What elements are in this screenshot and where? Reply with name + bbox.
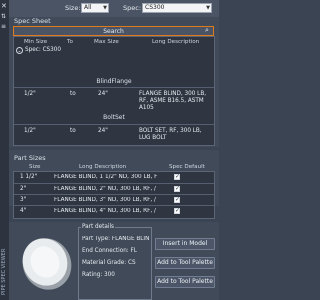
- material-grade-text: Material Grade: CS: [82, 260, 136, 266]
- part-type-text: Part Type: FLANGE BLIN: [82, 236, 150, 242]
- size-cell: 2": [20, 186, 27, 192]
- long-description-cell: FLANGE BLIND, 300 LB, RF, ASME B16.5, AS…: [139, 91, 207, 111]
- chevron-down-icon: ▼: [103, 5, 107, 11]
- long-description-cell: FLANGE BLIND, 3" ND, 300 LB, RF, /: [54, 197, 156, 203]
- table-row[interactable]: 3" FLANGE BLIND, 3" ND, 300 LB, RF, /: [14, 194, 214, 205]
- max-size-cell: 24": [98, 91, 108, 97]
- end-connection-text: End Connection: FL: [82, 248, 137, 254]
- spec-dropdown[interactable]: CS300 ▼: [142, 3, 212, 13]
- search-icon[interactable]: ⌕: [205, 26, 209, 35]
- size-cell: 4": [20, 208, 27, 214]
- size-cell: 3": [20, 197, 27, 203]
- long-description-cell: BOLT SET, RF, 300 LB, LUG BOLT: [139, 128, 202, 141]
- details-area: Part details Part Type: FLANGE BLIN End …: [9, 222, 219, 300]
- add-to-tool-palette-button[interactable]: Add to Tool Palette: [155, 257, 215, 269]
- part-details-title: Part details: [81, 224, 115, 231]
- search-input[interactable]: Search: [13, 26, 214, 36]
- spec-default-checkbox[interactable]: [174, 173, 180, 180]
- column-header-spec-default: Spec Default: [169, 164, 205, 170]
- size-cell: 1 1/2": [20, 174, 38, 180]
- part-sizes-title: Part Sizes: [14, 154, 46, 162]
- spec-default-checkbox[interactable]: [174, 196, 180, 203]
- column-header-size: Size: [29, 164, 41, 170]
- tree-root-label: Spec: CS300: [25, 47, 62, 53]
- menu-icon[interactable]: ≡: [1, 23, 6, 30]
- table-row[interactable]: 1/2" to 24" FLANGE BLIND, 300 LB, RF, AS…: [14, 87, 214, 111]
- table-row[interactable]: 2" FLANGE BLIND, 2" ND, 300 LB, RF, /: [14, 183, 214, 194]
- long-description-cell: FLANGE BLIND, 1 1/2" ND, 300 LB, F: [54, 174, 158, 180]
- group-header-blindflange: BlindFlange: [96, 78, 132, 85]
- size-value: All: [84, 4, 92, 11]
- group-header-boltset: BoltSet: [103, 114, 125, 121]
- chevron-down-icon: ▼: [206, 5, 210, 11]
- spec-label: Spec:: [123, 4, 142, 12]
- column-header-long-description: Long Description: [152, 39, 200, 45]
- column-header-max-size: Max Size: [94, 39, 119, 45]
- to-cell: to: [70, 128, 76, 134]
- insert-in-model-button[interactable]: Insert in Model: [155, 238, 215, 250]
- tree-root[interactable]: ⌄ Spec: CS300: [16, 47, 212, 55]
- column-header-min-size: Min Size: [24, 39, 48, 45]
- table-row[interactable]: 1/2" to 24" BOLT SET, RF, 300 LB, LUG BO…: [14, 124, 214, 146]
- pin-icon[interactable]: ⇅: [1, 13, 6, 20]
- part-preview-image: [16, 230, 78, 294]
- long-description-cell: FLANGE BLIND, 2" ND, 300 LB, RF, /: [54, 186, 156, 192]
- rating-text: Rating: 300: [82, 272, 115, 278]
- part-details-box: Part details Part Type: FLANGE BLIN End …: [78, 224, 152, 300]
- long-description-cell: FLANGE BLIND, 4" ND, 300 LB, RF, /: [54, 208, 156, 214]
- min-size-cell: 1/2": [24, 128, 36, 134]
- max-size-cell: 24": [98, 128, 108, 134]
- size-label: Size:: [65, 4, 81, 12]
- palette-title: PIPE SPEC VIEWER: [1, 248, 7, 295]
- size-dropdown[interactable]: All ▼: [81, 3, 109, 13]
- spec-sheet-title: Spec Sheet: [14, 17, 51, 25]
- close-icon[interactable]: ✕: [1, 2, 7, 10]
- column-header-to: To: [67, 39, 73, 45]
- to-cell: to: [70, 91, 76, 97]
- table-row[interactable]: 1 1/2" FLANGE BLIND, 1 1/2" ND, 300 LB, …: [14, 172, 214, 183]
- palette-title-strip: ✕ ⇅ ≡ PIPE SPEC VIEWER: [0, 0, 9, 300]
- spec-sheet-grid: Min Size To Max Size Long Description ⌄ …: [13, 36, 215, 146]
- min-size-cell: 1/2": [24, 91, 36, 97]
- add-all-to-tool-palette-button[interactable]: Add to Tool Palette: [155, 276, 215, 288]
- spec-default-checkbox[interactable]: [174, 185, 180, 192]
- column-header-long-description: Long Description: [79, 164, 127, 170]
- part-sizes-grid: 1 1/2" FLANGE BLIND, 1 1/2" ND, 300 LB, …: [13, 171, 215, 219]
- filter-bar: Size: All ▼ Spec: CS300 ▼: [9, 0, 219, 17]
- collapse-icon[interactable]: ⌄: [16, 47, 23, 54]
- spec-default-checkbox[interactable]: [174, 207, 180, 214]
- spec-value: CS300: [145, 4, 165, 11]
- spec-sheet-panel: Spec Sheet Search ⌕ Min Size To Max Size…: [9, 17, 219, 147]
- table-row[interactable]: 4" FLANGE BLIND, 4" ND, 300 LB, RF, /: [14, 205, 214, 216]
